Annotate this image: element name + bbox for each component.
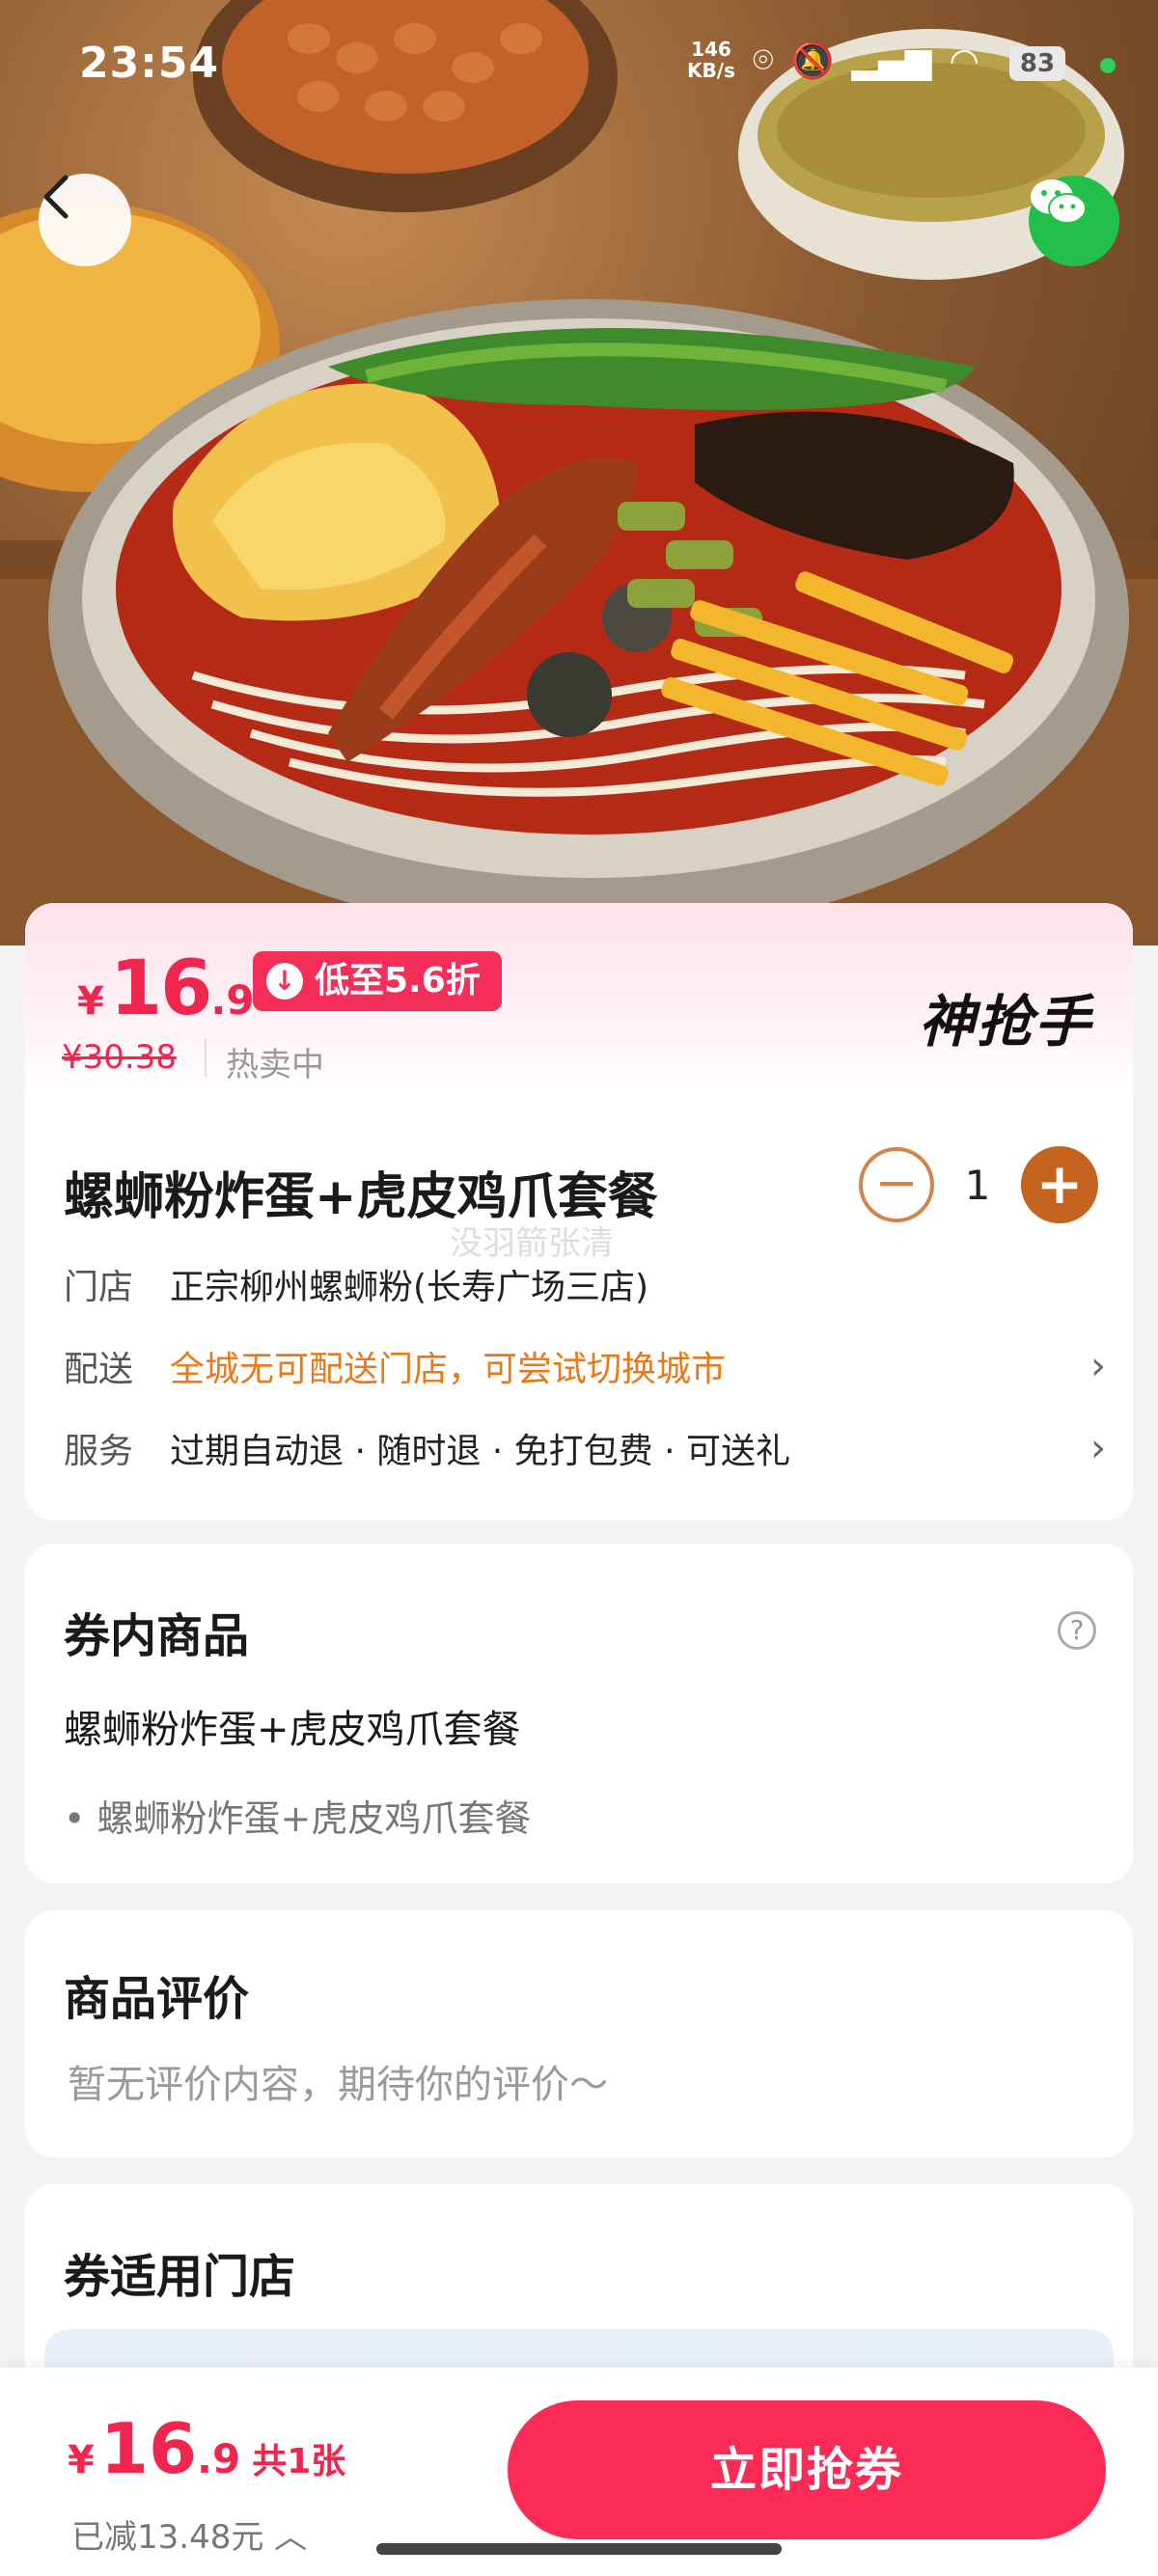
product-info-card: ¥ 16 .9 ↓ 低至5.6折 ¥30.38 热卖中 神抢手 螺蛳粉炸蛋+虎皮… bbox=[25, 903, 1133, 1521]
product-hero-image: 23:54 146 KB/s ⌾ 🔕 ▂▄▆ ◠ 83 bbox=[0, 0, 1158, 945]
savings-toggle[interactable]: 已减13.48元 ︿ bbox=[71, 2510, 307, 2558]
grab-voucher-button[interactable]: 立即抢券 bbox=[508, 2400, 1106, 2539]
voucher-items-card: 券内商品 ? 螺蛳粉炸蛋+虎皮鸡爪套餐 • 螺蛳粉炸蛋+虎皮鸡爪套餐 bbox=[25, 1544, 1133, 1883]
original-price: ¥30.38 bbox=[62, 1038, 177, 1077]
service-row[interactable]: 服务 过期自动退 · 随时退 · 免打包费 · 可送礼 › bbox=[64, 1419, 1106, 1477]
help-icon[interactable]: ? bbox=[1058, 1611, 1096, 1650]
store-row: 门店 正宗柳州螺蛳粉(长寿广场三店) bbox=[64, 1255, 1106, 1313]
increase-quantity-button[interactable]: + bbox=[1021, 1146, 1098, 1223]
minus-icon: − bbox=[874, 1152, 919, 1213]
decrease-quantity-button[interactable]: − bbox=[859, 1147, 934, 1222]
section-title: 券适用门店 bbox=[64, 2250, 296, 2304]
divider bbox=[205, 1038, 207, 1077]
brand-logo: 神抢手 bbox=[918, 989, 1092, 1055]
quantity-stepper: − 1 + bbox=[859, 1146, 1098, 1223]
network-speed: 146 KB/s bbox=[687, 38, 735, 82]
plus-icon: + bbox=[1035, 1151, 1084, 1217]
status-time: 23:54 bbox=[79, 39, 220, 88]
wifi-icon: ◠ bbox=[949, 41, 979, 81]
voucher-item-name: 螺蛳粉炸蛋+虎皮鸡爪套餐 bbox=[64, 1708, 521, 1752]
delivery-row[interactable]: 配送 全城无可配送门店，可尝试切换城市 › bbox=[64, 1337, 1106, 1395]
back-icon bbox=[43, 175, 69, 219]
voucher-count: 共1张 bbox=[252, 2442, 346, 2481]
back-button[interactable] bbox=[39, 174, 131, 266]
voucher-item-detail: • 螺蛳粉炸蛋+虎皮鸡爪套餐 bbox=[64, 1797, 532, 1840]
service-list: 过期自动退 · 随时退 · 免打包费 · 可送礼 bbox=[170, 1432, 790, 1471]
chevron-right-icon: › bbox=[1090, 1344, 1106, 1388]
wechat-share-button[interactable] bbox=[1029, 176, 1119, 266]
chevron-right-icon: › bbox=[1090, 1426, 1106, 1470]
quantity-value: 1 bbox=[964, 1161, 991, 1209]
reviews-card: 商品评价 暂无评价内容，期待你的评价～ bbox=[25, 1910, 1133, 2157]
section-title: 商品评价 bbox=[64, 1972, 250, 2026]
section-title: 券内商品 bbox=[64, 1609, 250, 1663]
home-indicator[interactable] bbox=[376, 2543, 782, 2555]
total-price: ¥ 16 .9 共1张 bbox=[68, 2408, 346, 2489]
current-price: ¥ 16 .9 bbox=[77, 945, 255, 1032]
location-icon: ⌾ bbox=[753, 41, 774, 80]
status-icons: ⌾ 🔕 ▂▄▆ ◠ bbox=[753, 41, 979, 81]
signal-icon: ▂▄▆ bbox=[851, 41, 932, 81]
battery-icon: 83 bbox=[1009, 46, 1065, 81]
bottom-action-bar: ¥ 16 .9 共1张 已减13.48元 ︿ 立即抢券 bbox=[0, 2368, 1158, 2576]
sales-status: 热卖中 bbox=[226, 1046, 324, 1084]
delivery-notice: 全城无可配送门店，可尝试切换城市 bbox=[170, 1350, 727, 1389]
mute-icon: 🔕 bbox=[790, 41, 835, 81]
food-illustration bbox=[0, 0, 1158, 945]
privacy-dot bbox=[1100, 58, 1116, 73]
discount-arrow-icon: ↓ bbox=[266, 963, 303, 1000]
store-name: 正宗柳州螺蛳粉(长寿广场三店) bbox=[170, 1268, 649, 1307]
wechat-icon bbox=[1031, 179, 1087, 224]
status-bar: 23:54 146 KB/s ⌾ 🔕 ▂▄▆ ◠ 83 bbox=[0, 0, 1158, 135]
discount-badge: ↓ 低至5.6折 bbox=[253, 951, 502, 1011]
empty-reviews-text: 暂无评价内容，期待你的评价～ bbox=[68, 2063, 608, 2107]
